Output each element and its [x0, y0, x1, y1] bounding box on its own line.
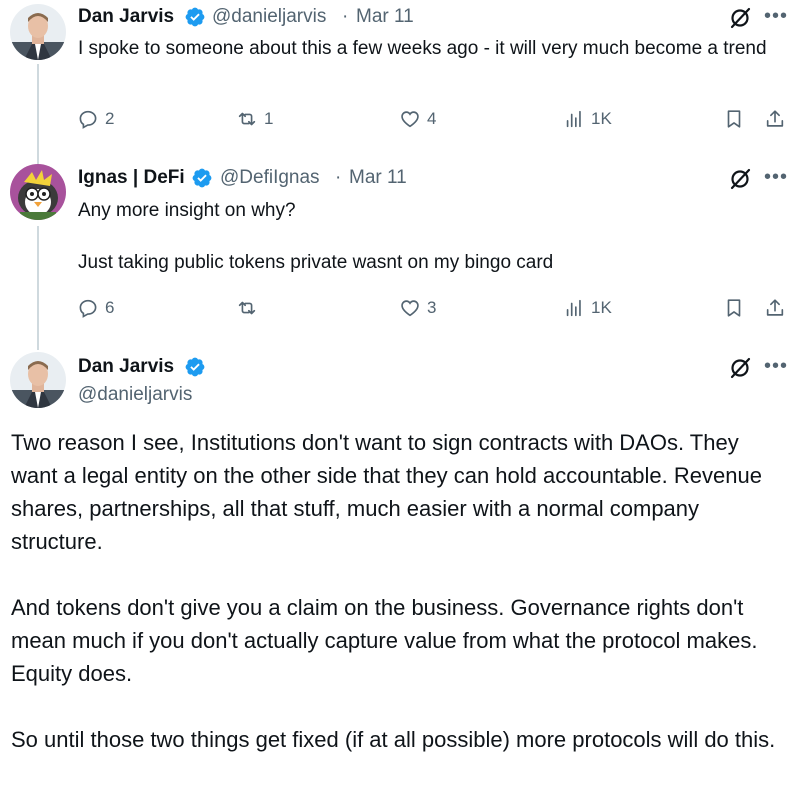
- tweet-text: Any more insight on why? Just taking pub…: [78, 200, 554, 273]
- repost-count: 1: [264, 109, 274, 128]
- views-button[interactable]: 1K: [563, 108, 612, 130]
- bookmark-icon[interactable]: [723, 108, 745, 130]
- more-icon[interactable]: •••: [764, 167, 788, 187]
- paragraph: Two reason I see, Institutions don't wan…: [11, 430, 762, 554]
- tweet-date[interactable]: Mar 11: [349, 167, 407, 189]
- like-count: 4: [427, 109, 437, 128]
- repost-button[interactable]: [236, 297, 264, 319]
- reply-button[interactable]: 6: [77, 297, 114, 319]
- views-count: 1K: [591, 298, 612, 317]
- more-icon[interactable]: •••: [764, 356, 788, 376]
- author-name[interactable]: Dan Jarvis: [78, 6, 174, 28]
- thread-line: [37, 226, 39, 350]
- meta-separator: ·: [335, 167, 342, 188]
- thread-line: [37, 64, 39, 164]
- author-handle[interactable]: @danieljarvis: [78, 384, 192, 406]
- tweet-date[interactable]: Mar 11: [356, 6, 414, 28]
- views-button[interactable]: 1K: [563, 297, 612, 319]
- views-icon: [566, 299, 581, 317]
- reply-icon: [79, 110, 97, 129]
- avatar[interactable]: [10, 164, 66, 220]
- verified-badge-icon: [185, 357, 205, 377]
- avatar[interactable]: [10, 352, 66, 408]
- author-name[interactable]: Ignas | DeFi: [78, 167, 185, 189]
- paragraph: So until those two things get fixed (if …: [11, 727, 776, 752]
- reply-count: 2: [105, 109, 115, 128]
- tweet-text: I spoke to someone about this a few week…: [78, 38, 767, 59]
- repost-button[interactable]: 1: [236, 108, 273, 130]
- grok-icon[interactable]: [728, 6, 752, 30]
- repost-icon: [238, 112, 256, 126]
- author-name[interactable]: Dan Jarvis: [78, 356, 174, 378]
- like-button[interactable]: 4: [399, 108, 436, 130]
- main-tweet-text: Two reason I see, Institutions don't wan…: [11, 426, 791, 789]
- like-icon: [401, 300, 419, 317]
- bookmark-icon[interactable]: [723, 297, 745, 319]
- meta-separator: ·: [342, 6, 349, 27]
- views-count: 1K: [591, 109, 612, 128]
- verified-badge-icon: [192, 168, 212, 188]
- like-button[interactable]: 3: [399, 297, 436, 319]
- paragraph: And tokens don't give you a claim on the…: [11, 595, 758, 686]
- share-icon[interactable]: [764, 297, 786, 319]
- avatar[interactable]: [10, 4, 66, 60]
- grok-icon[interactable]: [728, 356, 752, 380]
- reply-button[interactable]: 2: [77, 108, 114, 130]
- reply-icon: [79, 299, 97, 318]
- like-count: 3: [427, 298, 437, 317]
- reply-count: 6: [105, 298, 115, 317]
- grok-icon[interactable]: [728, 167, 752, 191]
- author-handle[interactable]: @DefiIgnas: [220, 167, 320, 189]
- repost-icon: [238, 301, 256, 315]
- more-icon[interactable]: •••: [764, 6, 788, 26]
- views-icon: [566, 110, 581, 128]
- like-icon: [401, 111, 419, 128]
- author-handle[interactable]: @danieljarvis: [212, 6, 326, 28]
- verified-badge-icon: [185, 7, 205, 27]
- share-icon[interactable]: [764, 108, 786, 130]
